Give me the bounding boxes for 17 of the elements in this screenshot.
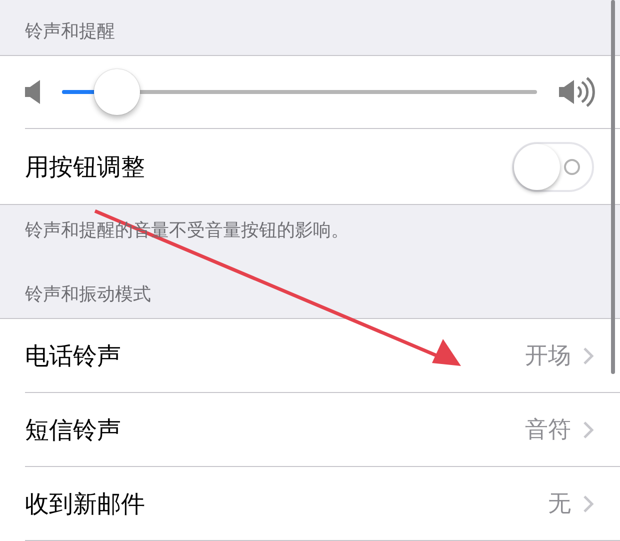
chevron-icon[interactable]	[583, 494, 594, 512]
setting-value: 开场	[525, 342, 571, 371]
speaker-high-icon	[559, 77, 595, 107]
setting-label[interactable]: 收到新邮件	[25, 488, 548, 520]
volume-slider[interactable]	[62, 68, 537, 116]
slider-thumb[interactable]	[94, 69, 140, 115]
section-header: 铃声和振动模式	[25, 283, 151, 307]
chevron-icon[interactable]	[583, 346, 594, 364]
setting-label[interactable]: 短信铃声	[25, 414, 525, 446]
speaker-low-icon	[25, 80, 40, 104]
toggle-switch[interactable]	[512, 142, 594, 192]
chevron-icon[interactable]	[583, 420, 594, 438]
section-header: 铃声和提醒	[25, 20, 115, 44]
setting-label: 用按钮调整	[25, 152, 146, 182]
setting-label[interactable]: 电话铃声	[25, 340, 525, 372]
setting-value: 音符	[525, 416, 571, 445]
setting-value: 无	[548, 490, 571, 519]
